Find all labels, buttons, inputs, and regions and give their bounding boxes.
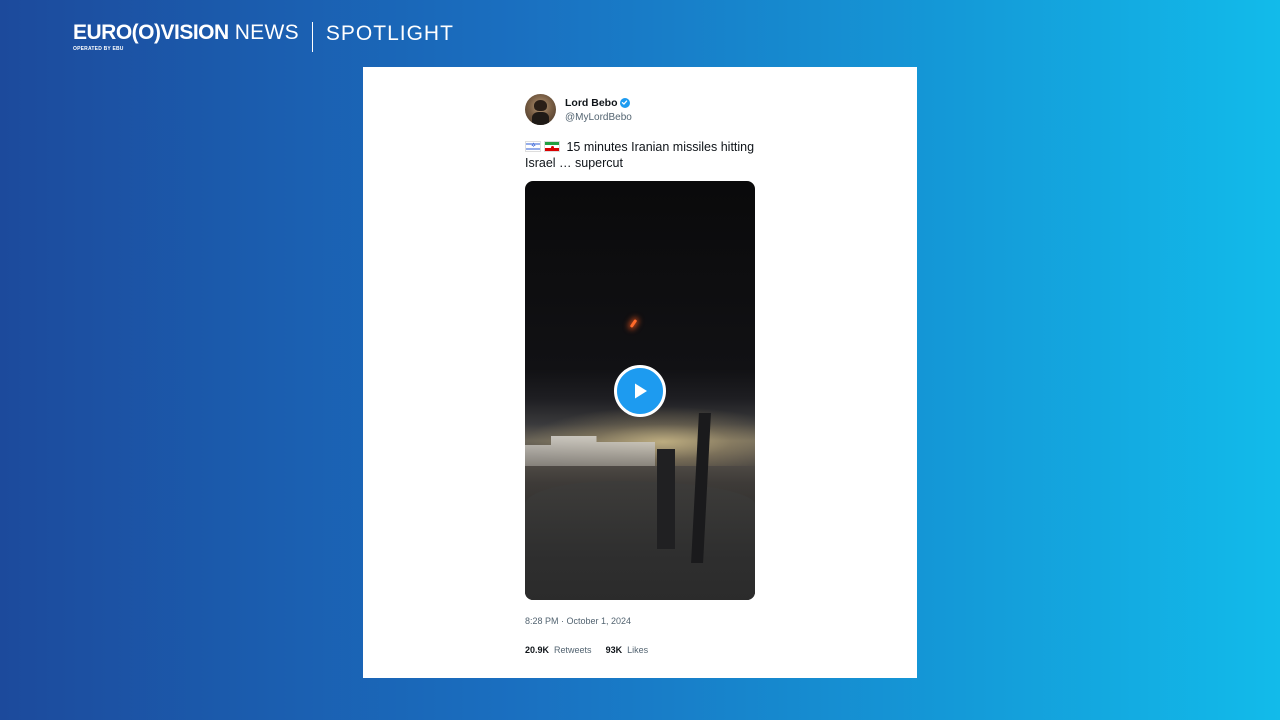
israel-flag-icon [525,141,541,152]
play-icon [635,383,647,399]
iran-flag-icon [544,141,560,152]
retweets-stat[interactable]: 20.9K Retweets [525,645,592,655]
video-player[interactable] [525,181,755,600]
tweet-header: Lord Bebo @MyLordBebo [525,94,755,125]
tweet-text: 15 minutes Iranian missiles hitting Isra… [525,139,755,171]
tweet-stats: 20.9K Retweets 93K Likes [525,645,755,655]
news-wordmark: NEWS [234,21,299,44]
likes-count: 93K [605,645,623,655]
brand-logo-block: EURO(O)VISION NEWS OPERATED BY EBU [73,22,299,52]
handle[interactable]: @MyLordBebo [565,112,632,123]
pole [657,449,675,549]
tweet-timestamp[interactable]: 8:28 PM · October 1, 2024 [525,616,755,626]
retweets-count: 20.9K [525,645,550,655]
section-title: SPOTLIGHT [325,22,454,45]
play-button[interactable] [614,365,666,417]
author-info: Lord Bebo @MyLordBebo [565,97,632,123]
operated-by-ebu: OPERATED BY EBU [73,46,124,52]
missile-streak [629,318,638,329]
foreground-hill [525,481,755,600]
retweets-label: Retweets [554,645,592,655]
eurovision-logo: EURO(O)VISION [73,21,229,44]
eurovision-news-brand: EURO(O)VISION NEWS OPERATED BY EBU SPOTL… [73,20,454,54]
avatar[interactable] [525,94,556,125]
tweet-card: Lord Bebo @MyLordBebo 15 minutes Iranian… [363,67,917,678]
display-name[interactable]: Lord Bebo [565,97,618,109]
tweet-embed: Lord Bebo @MyLordBebo 15 minutes Iranian… [525,94,755,655]
verified-badge-icon [619,97,630,108]
brand-divider [311,22,313,52]
likes-label: Likes [627,645,649,655]
likes-stat[interactable]: 93K Likes [606,645,649,655]
